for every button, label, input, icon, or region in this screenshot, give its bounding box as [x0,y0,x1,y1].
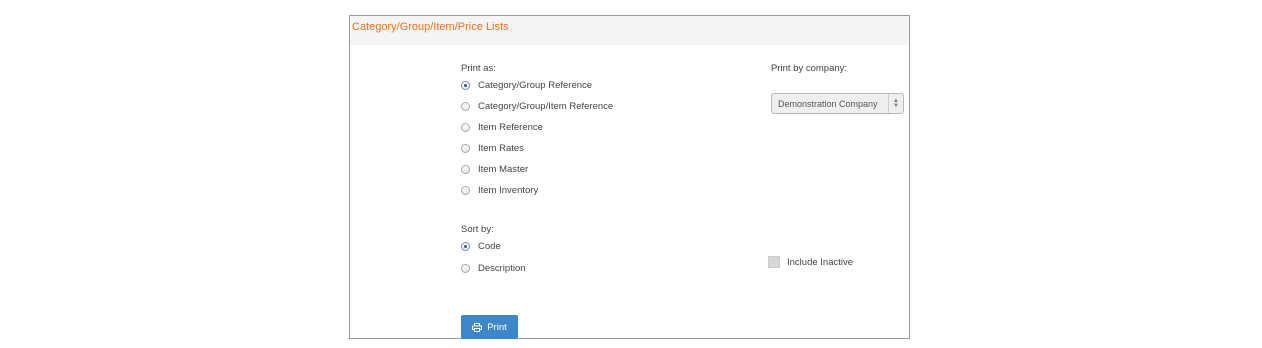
option-label: Category/Group Reference [478,80,593,91]
radio-icon[interactable] [461,165,470,174]
option-label: Item Reference [478,122,543,133]
option-label: Item Master [478,164,529,175]
radio-icon[interactable] [461,186,470,195]
include-inactive-checkbox[interactable]: Include Inactive [768,256,853,268]
print-as-option-item-reference[interactable]: Item Reference [461,122,543,133]
company-select-value: Demonstration Company [778,98,878,109]
option-label: Item Rates [478,143,524,154]
include-inactive-label: Include Inactive [787,256,854,268]
radio-selected-icon[interactable] [461,81,470,90]
price-lists-panel: Category/Group/Item/Price Lists Print as… [349,15,910,339]
printer-icon [472,322,487,332]
sort-by-label: Sort by: [461,224,494,235]
select-arrows-icon: ▲ ▼ [888,94,903,113]
radio-icon[interactable] [461,264,470,273]
print-by-company-label: Print by company: [771,63,848,74]
print-as-option-category-group-reference[interactable]: Category/Group Reference [461,80,592,91]
checkbox-box[interactable] [768,256,780,268]
option-label: Item Inventory [478,185,539,196]
print-as-option-item-rates[interactable]: Item Rates [461,143,524,154]
option-label: Description [478,263,526,274]
radio-icon[interactable] [461,144,470,153]
option-label: Code [478,241,501,252]
panel-title: Category/Group/Item/Price Lists [352,21,509,33]
panel-header: Category/Group/Item/Price Lists [350,16,909,45]
sort-by-option-code[interactable]: Code [461,241,501,252]
radio-icon[interactable] [461,102,470,111]
radio-selected-icon[interactable] [461,242,470,251]
radio-icon[interactable] [461,123,470,132]
print-as-option-item-inventory[interactable]: Item Inventory [461,185,538,196]
option-label: Category/Group/Item Reference [478,101,614,112]
sort-by-option-description[interactable]: Description [461,263,526,274]
print-as-option-category-group-item-reference[interactable]: Category/Group/Item Reference [461,101,613,112]
print-as-label: Print as: [461,63,496,74]
print-button[interactable]: Print [461,315,518,339]
print-button-label: Print [487,321,507,333]
company-select[interactable]: Demonstration Company ▲ ▼ [771,93,904,114]
print-as-option-item-master[interactable]: Item Master [461,164,528,175]
